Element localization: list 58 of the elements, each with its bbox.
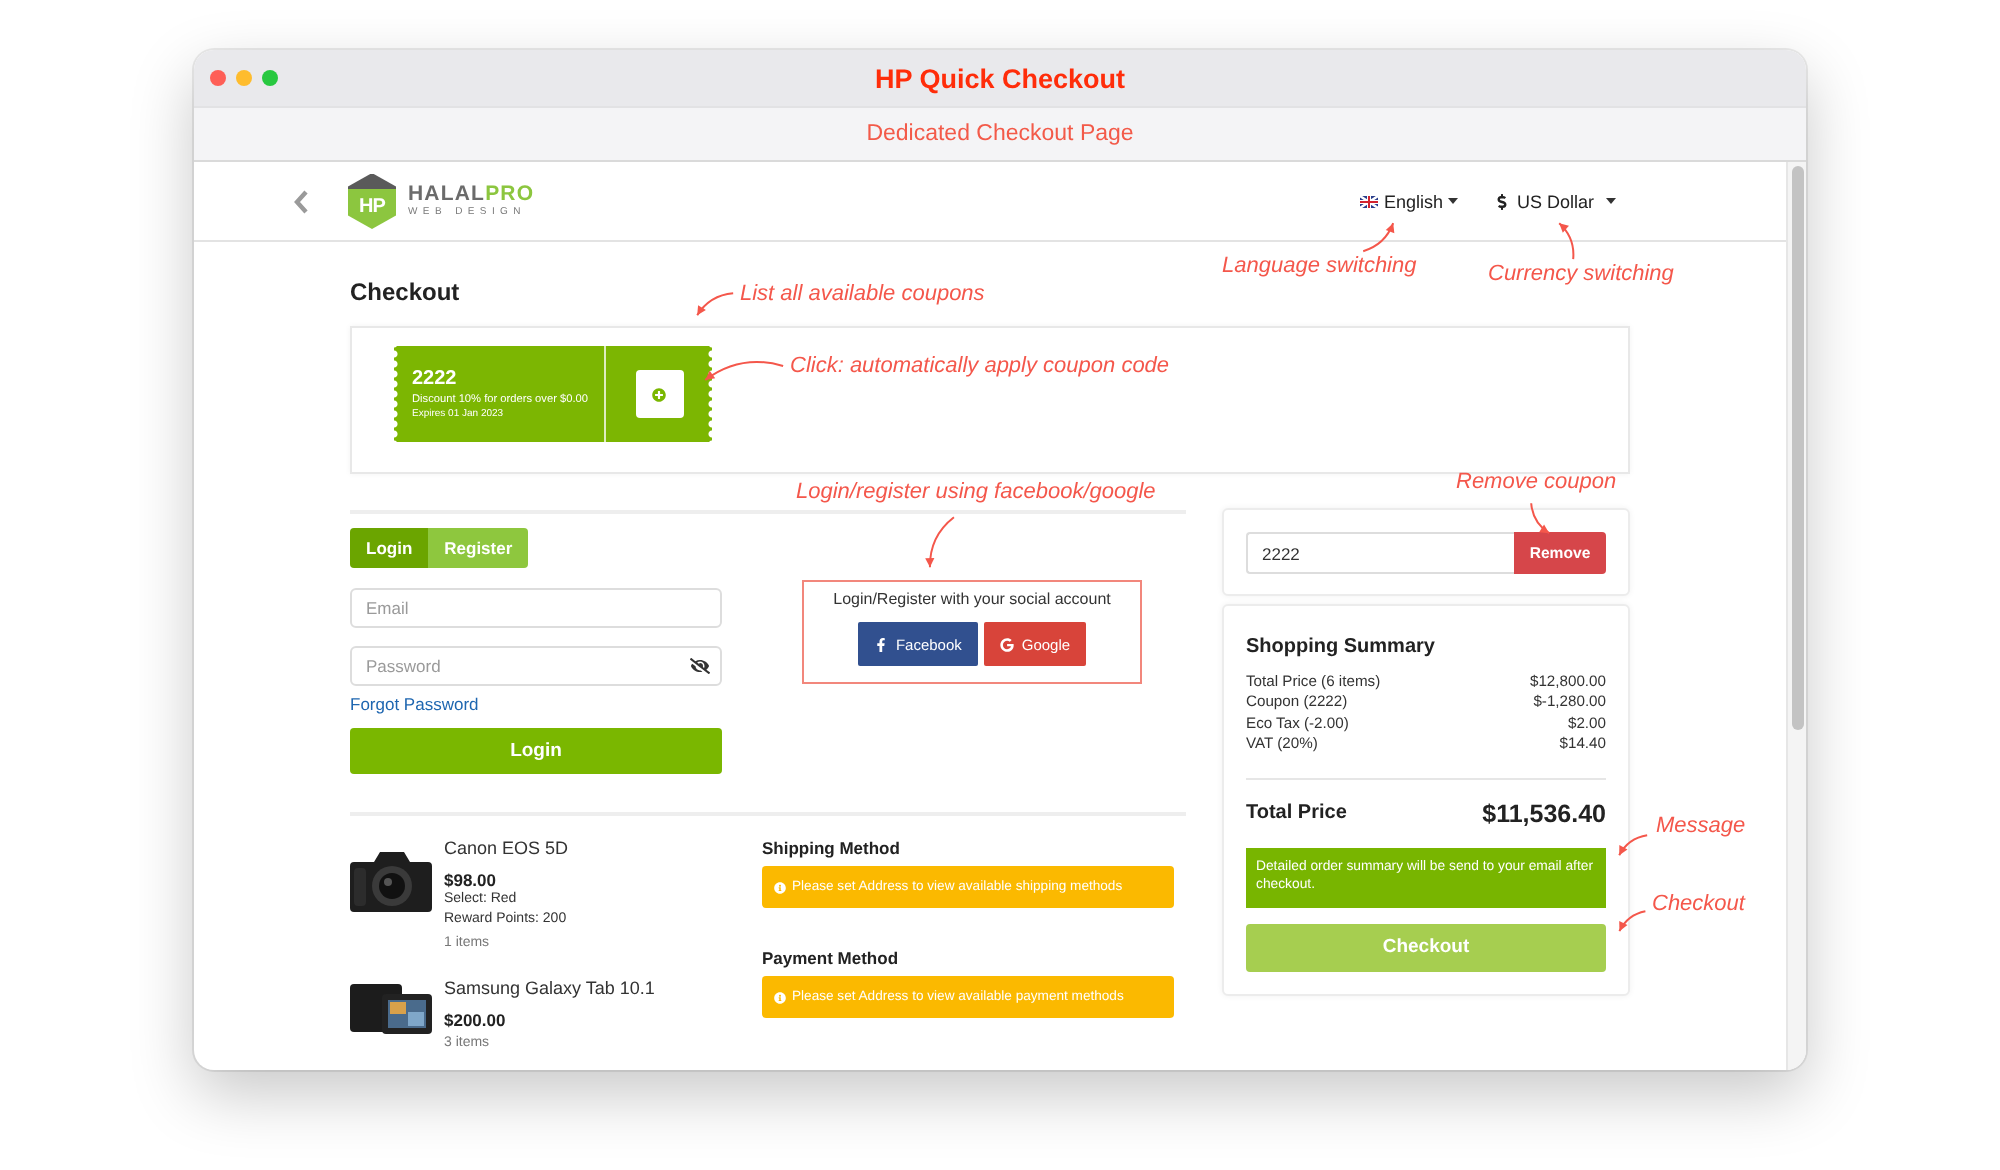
back-chevron-icon[interactable] <box>294 189 308 213</box>
camera-drawing <box>350 846 432 912</box>
scrollbar-track[interactable] <box>1786 162 1806 1070</box>
callout-arrow <box>704 362 786 382</box>
coupon-code: 2222 <box>412 367 457 391</box>
callout-arrow <box>924 516 956 570</box>
total-value: $11,536.40 <box>1482 799 1606 828</box>
scrollbar-thumb[interactable] <box>1792 166 1804 730</box>
callout-arrow <box>696 292 736 318</box>
page-title: Checkout <box>350 278 460 306</box>
minimize-window-icon[interactable] <box>236 70 252 86</box>
product-name: Samsung Galaxy Tab 10.1 <box>444 978 655 1000</box>
callout-arrow <box>1362 222 1397 254</box>
logo-name: HALALPRO <box>408 182 535 206</box>
callout-text: Message <box>1656 814 1746 838</box>
product-price: $98.00 <box>444 870 496 890</box>
product-price: $200.00 <box>444 1010 506 1030</box>
google-icon <box>999 637 1014 651</box>
password-field[interactable]: Password <box>350 646 722 686</box>
caret-down-icon <box>1606 198 1616 204</box>
callout-text: Currency switching <box>1488 262 1674 286</box>
summary-title: Shopping Summary <box>1246 636 1435 660</box>
login-button[interactable]: Login <box>350 728 722 774</box>
callout-arrow <box>1530 502 1552 536</box>
email-field[interactable]: Email <box>350 588 722 628</box>
social-login-prompt: Login/Register with your social account <box>833 590 1111 610</box>
callout-text: Language switching <box>1222 254 1417 278</box>
language-selector[interactable]: English <box>1359 191 1459 211</box>
callout-text: Click: automatically apply coupon code <box>790 354 1170 378</box>
forgot-password-link[interactable]: Forgot Password <box>350 694 479 714</box>
info-icon <box>774 881 786 893</box>
tablet-drawing <box>350 978 432 1038</box>
callout-text: Remove coupon <box>1456 470 1617 494</box>
callout-text: Login/register using facebook/google <box>796 480 1156 504</box>
apply-coupon-button[interactable] <box>635 370 683 418</box>
auth-tab[interactable]: Login <box>350 528 429 568</box>
callout-arrow <box>1618 834 1650 858</box>
logo-mark: HP <box>348 173 396 229</box>
coupon-code-field[interactable]: 2222 <box>1246 532 1514 574</box>
facebook-icon <box>873 637 888 651</box>
callout-arrow <box>1618 910 1648 934</box>
product-name: Canon EOS 5D <box>444 838 569 860</box>
close-window-icon[interactable] <box>210 70 226 86</box>
caret-down-icon <box>1448 198 1459 204</box>
currency-selector[interactable]: US Dollar <box>1494 191 1616 211</box>
flag-icon <box>1359 195 1378 207</box>
total-label: Total Price <box>1246 802 1347 825</box>
dollar-icon <box>1494 193 1511 209</box>
callout-text: Checkout <box>1652 892 1745 916</box>
info-icon <box>774 991 786 1003</box>
zoom-window-icon[interactable] <box>262 70 278 86</box>
callout-text: List all available coupons <box>740 282 985 306</box>
method-title: Payment Method <box>762 948 899 968</box>
window-subtitle: Dedicated Checkout Page <box>866 122 1134 146</box>
callout-arrow <box>1558 222 1576 262</box>
eye-slash-icon[interactable] <box>690 656 710 676</box>
method-title: Shipping Method <box>762 838 900 858</box>
window-title: HP Quick Checkout <box>874 63 1126 93</box>
